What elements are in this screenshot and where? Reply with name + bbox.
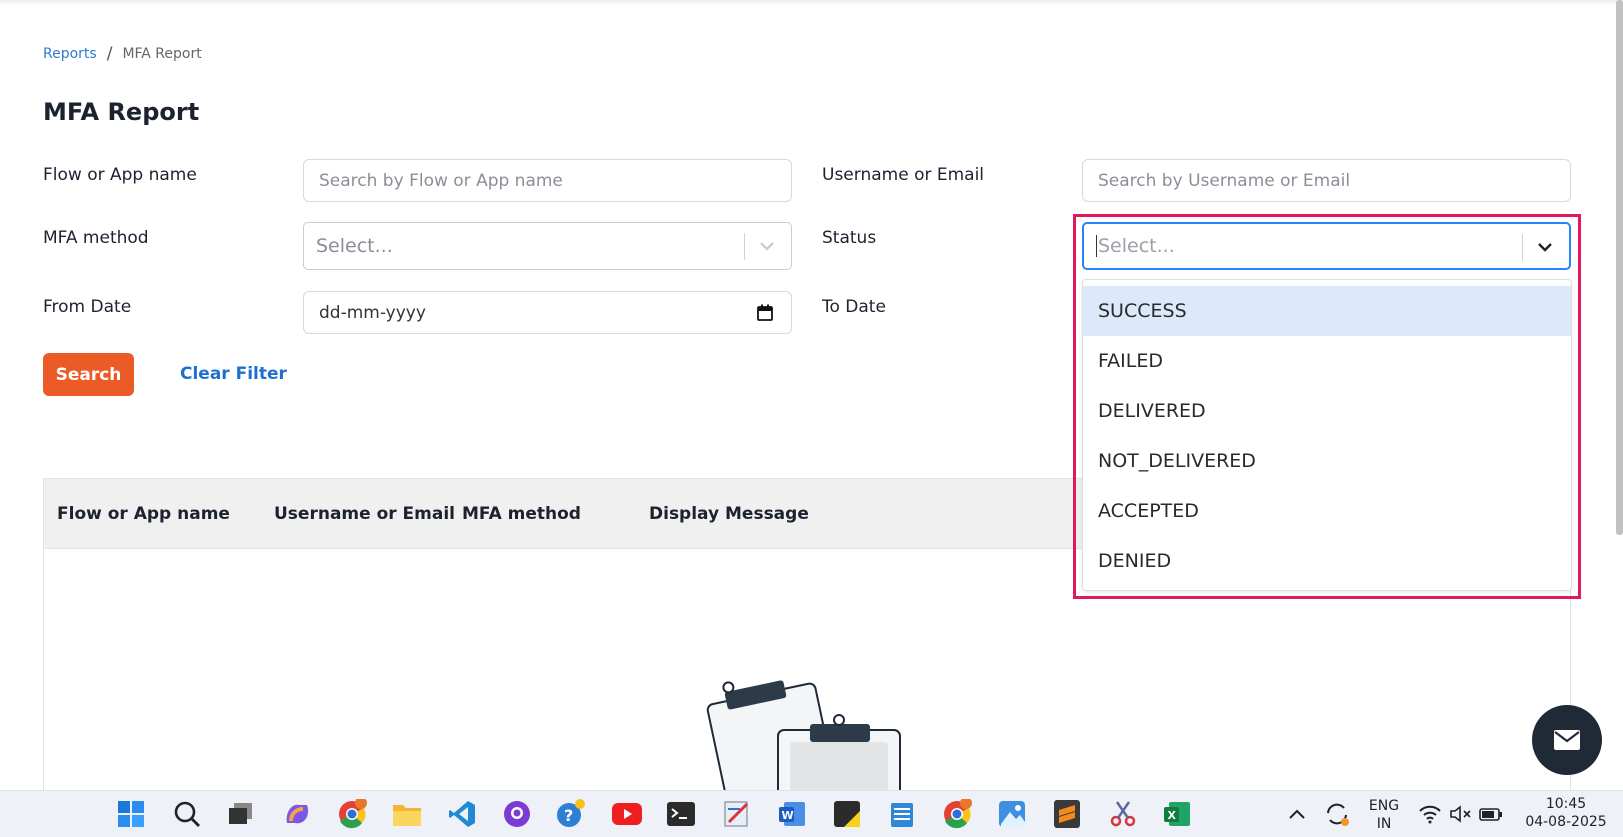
message-fab-button[interactable] bbox=[1532, 705, 1602, 775]
breadcrumb-reports-link[interactable]: Reports bbox=[43, 46, 97, 62]
search-icon[interactable] bbox=[172, 799, 202, 829]
windows-start-icon[interactable] bbox=[116, 799, 146, 829]
page-scrollbar[interactable] bbox=[1616, 0, 1623, 535]
svg-text:?: ? bbox=[564, 806, 573, 825]
chrome-profile-icon[interactable] bbox=[942, 799, 972, 829]
youtube-icon[interactable] bbox=[612, 799, 642, 829]
file-explorer-icon[interactable] bbox=[392, 799, 422, 829]
mfa-method-select[interactable]: Select... bbox=[303, 222, 792, 270]
vscode-icon[interactable] bbox=[447, 799, 477, 829]
sublime-icon[interactable] bbox=[1052, 799, 1082, 829]
col-header-mfa[interactable]: MFA method bbox=[462, 504, 581, 524]
col-header-flow[interactable]: Flow or App name bbox=[57, 504, 230, 524]
calendar-icon[interactable] bbox=[757, 304, 773, 326]
breadcrumb-separator: / bbox=[106, 44, 113, 64]
flow-search-input[interactable]: Search by Flow or App name bbox=[303, 159, 792, 202]
to-date-label: To Date bbox=[822, 297, 886, 317]
chevron-down-icon[interactable] bbox=[757, 236, 777, 256]
from-date-label: From Date bbox=[43, 297, 132, 317]
clear-filter-link[interactable]: Clear Filter bbox=[180, 364, 287, 384]
from-date-value: dd-mm-yyyy bbox=[319, 302, 426, 323]
user-search-input[interactable]: Search by Username or Email bbox=[1082, 159, 1571, 202]
clock-date: 04-08-2025 bbox=[1525, 814, 1607, 830]
search-button[interactable]: Search bbox=[43, 353, 134, 396]
copilot-icon[interactable] bbox=[282, 799, 312, 829]
status-option-failed[interactable]: FAILED bbox=[1083, 336, 1571, 386]
taskbar: ? W X ENG IN 10:45 04-08-2025 bbox=[0, 790, 1623, 837]
task-view-icon[interactable] bbox=[226, 799, 256, 829]
notepad-icon[interactable] bbox=[887, 799, 917, 829]
word-icon[interactable]: W bbox=[777, 799, 807, 829]
clock-time: 10:45 bbox=[1545, 796, 1587, 812]
sync-icon[interactable] bbox=[1322, 799, 1352, 829]
status-option-accepted[interactable]: ACCEPTED bbox=[1083, 486, 1571, 536]
mfa-method-label: MFA method bbox=[43, 228, 149, 248]
breadcrumb-current: MFA Report bbox=[122, 46, 202, 62]
chrome-icon[interactable] bbox=[337, 799, 367, 829]
wifi-icon[interactable] bbox=[1415, 799, 1445, 829]
from-date-input[interactable]: dd-mm-yyyy bbox=[303, 291, 792, 334]
mail-icon bbox=[1554, 730, 1580, 750]
status-option-delivered[interactable]: DELIVERED bbox=[1083, 386, 1571, 436]
terminal-icon[interactable] bbox=[666, 799, 696, 829]
breadcrumb: Reports / MFA Report bbox=[43, 44, 202, 64]
flow-label: Flow or App name bbox=[43, 165, 197, 185]
mfa-report-page: Reports / MFA Report MFA Report Flow or … bbox=[0, 0, 1623, 790]
status-options-menu: SUCCESS FAILED DELIVERED NOT_DELIVERED A… bbox=[1082, 279, 1572, 591]
col-header-message[interactable]: Display Message bbox=[649, 504, 809, 524]
language-indicator[interactable]: ENG IN bbox=[1366, 797, 1402, 833]
sticky-notes-icon[interactable] bbox=[832, 799, 862, 829]
battery-icon[interactable] bbox=[1476, 799, 1506, 829]
paint-icon[interactable] bbox=[722, 799, 752, 829]
status-option-denied[interactable]: DENIED bbox=[1083, 536, 1571, 586]
snipping-tool-icon[interactable] bbox=[1108, 799, 1138, 829]
clock[interactable]: 10:45 04-08-2025 bbox=[1518, 795, 1614, 831]
excel-icon[interactable]: X bbox=[1162, 799, 1192, 829]
select-separator bbox=[744, 233, 745, 260]
status-option-not-delivered[interactable]: NOT_DELIVERED bbox=[1083, 436, 1571, 486]
volume-muted-icon[interactable] bbox=[1446, 799, 1476, 829]
header-shadow bbox=[0, 0, 1623, 6]
page-title: MFA Report bbox=[43, 98, 200, 126]
github-desktop-icon[interactable] bbox=[502, 799, 532, 829]
region-code: IN bbox=[1376, 816, 1392, 832]
mfa-method-placeholder: Select... bbox=[316, 235, 393, 257]
photos-icon[interactable] bbox=[997, 799, 1027, 829]
status-option-success[interactable]: SUCCESS bbox=[1083, 286, 1571, 336]
col-header-user[interactable]: Username or Email bbox=[274, 504, 455, 524]
help-icon[interactable]: ? bbox=[556, 799, 586, 829]
empty-clipboard-illustration bbox=[706, 680, 901, 790]
svg-text:X: X bbox=[1168, 809, 1177, 822]
user-label: Username or Email bbox=[822, 165, 985, 185]
language-code: ENG bbox=[1368, 798, 1400, 814]
chevron-up-icon[interactable] bbox=[1282, 799, 1312, 829]
svg-text:W: W bbox=[782, 809, 794, 822]
status-label: Status bbox=[822, 228, 877, 248]
